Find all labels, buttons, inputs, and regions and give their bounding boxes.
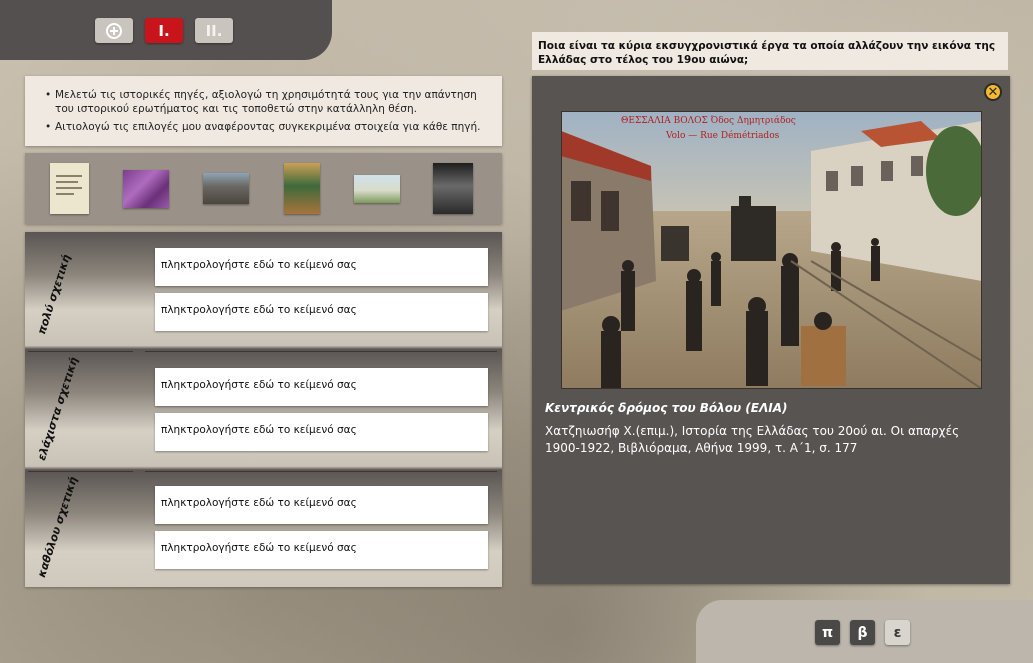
- image-caption: Κεντρικός δρόμος του Βόλου (ΕΛΙΑ): [545, 401, 788, 415]
- epsilon-button[interactable]: ε: [885, 620, 910, 645]
- instruction-item: Μελετώ τις ιστορικές πηγές, αξιολογώ τη …: [45, 88, 490, 116]
- source-thumbnail-strip: [25, 153, 502, 224]
- home-circle-icon: [106, 22, 122, 39]
- divider: [28, 471, 133, 472]
- book-cover-thumbnail[interactable]: [284, 163, 320, 214]
- instruction-item: Αιτιολογώ τις επιλογές μου αναφέροντας σ…: [45, 120, 490, 134]
- answer-text-field[interactable]: πληκτρολογήστε εδώ το κείμενό σας: [155, 293, 488, 331]
- divider: [145, 351, 497, 352]
- postcard-subtitle-text: Volo — Rue Démétriados: [665, 130, 780, 141]
- postcard-title-text: ΘΕΣΣΑΛΙΑ ΒΟΛΟΣ Όδος Δημητριάδος: [621, 115, 796, 126]
- top-toolbar: I. II.: [0, 0, 332, 60]
- answer-text-field[interactable]: πληκτρολογήστε εδώ το κείμενό σας: [155, 531, 488, 569]
- beta-button[interactable]: β: [850, 620, 875, 645]
- historical-question: Ποια είναι τα κύρια εκσυγχρονιστικά έργα…: [532, 32, 1008, 70]
- category-label-very-relevant: πολύ σχετική: [35, 252, 74, 337]
- category-label-not-relevant: καθόλου σχετική: [35, 475, 80, 580]
- bottom-toolbar: π β ε: [696, 600, 1033, 663]
- divider: [28, 351, 133, 352]
- landscape-thumbnail[interactable]: [354, 175, 400, 203]
- street-photo-thumbnail[interactable]: [203, 173, 249, 204]
- source-viewer-panel: ✕ ΘΕΣΣΑΛΙΑ ΒΟΛΟΣ Όδος Δημητριάδος Volo —…: [532, 76, 1010, 584]
- home-button[interactable]: [95, 18, 133, 43]
- answer-text-field[interactable]: πληκτρολογήστε εδώ το κείμενό σας: [155, 248, 488, 286]
- document-thumbnail[interactable]: [50, 163, 89, 214]
- answer-text-field[interactable]: πληκτρολογήστε εδώ το κείμενό σας: [155, 368, 488, 406]
- close-x-icon[interactable]: ✕: [984, 83, 1002, 101]
- category-label-slightly-relevant: ελάχιστα σχετική: [35, 355, 81, 463]
- volos-street-postcard-image: ΘΕΣΣΑΛΙΑ ΒΟΛΟΣ Όδος Δημητριάδος Volo — R…: [561, 111, 982, 389]
- answer-text-field[interactable]: πληκτρολογήστε εδώ το κείμενό σας: [155, 413, 488, 451]
- relevance-sorting-panel: πολύ σχετική ελάχιστα σχετική καθόλου σχ…: [25, 232, 502, 587]
- postcard-illustration: ΘΕΣΣΑΛΙΑ ΒΟΛΟΣ Όδος Δημητριάδος Volo — R…: [561, 111, 982, 389]
- divider: [145, 471, 497, 472]
- purple-map-thumbnail[interactable]: [123, 170, 169, 208]
- instructions-panel: Μελετώ τις ιστορικές πηγές, αξιολογώ τη …: [25, 76, 502, 146]
- section-two-button[interactable]: II.: [195, 18, 233, 43]
- image-source-citation: Χατζηιωσήφ Χ.(επιμ.), Ιστορία της Ελλάδα…: [545, 424, 960, 455]
- portrait-book-thumbnail[interactable]: [433, 163, 473, 214]
- pi-button[interactable]: π: [815, 620, 840, 645]
- answer-text-field[interactable]: πληκτρολογήστε εδώ το κείμενό σας: [155, 486, 488, 524]
- section-one-button[interactable]: I.: [145, 18, 183, 43]
